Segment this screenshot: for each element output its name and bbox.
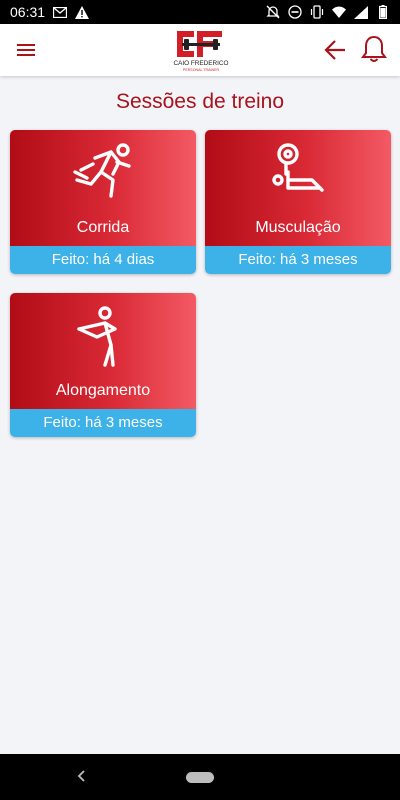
app-bar: CAIO FREDERICO PERSONAL TRAINER bbox=[0, 24, 400, 76]
logo-tagline: PERSONAL TRAINER bbox=[183, 68, 220, 72]
status-bar: 06:31 bbox=[0, 0, 400, 24]
notifications-button[interactable] bbox=[360, 34, 388, 64]
logo-name: CAIO FREDERICO bbox=[173, 60, 228, 67]
session-last-done: Feito: há 4 dias bbox=[10, 246, 196, 274]
status-time: 06:31 bbox=[10, 4, 46, 20]
battery-icon bbox=[376, 5, 390, 19]
gmail-icon bbox=[53, 5, 68, 19]
do-not-disturb-icon bbox=[288, 5, 302, 19]
session-card-alongamento[interactable]: Alongamento Feito: há 3 meses bbox=[10, 293, 196, 437]
session-label: Alongamento bbox=[55, 382, 151, 399]
weightlifting-icon bbox=[272, 143, 324, 192]
signal-icon bbox=[354, 5, 368, 19]
session-last-done: Feito: há 3 meses bbox=[10, 409, 196, 437]
session-card-corrida[interactable]: Corrida Feito: há 4 dias bbox=[10, 130, 196, 274]
warning-icon bbox=[75, 5, 90, 19]
back-button[interactable] bbox=[322, 36, 350, 64]
system-back-button[interactable] bbox=[74, 768, 90, 784]
wifi-icon bbox=[332, 5, 346, 19]
arrow-left-icon bbox=[324, 40, 345, 60]
vibrate-icon bbox=[310, 5, 324, 19]
stretching-icon bbox=[77, 306, 117, 367]
chevron-left-icon bbox=[77, 770, 85, 782]
bell-icon bbox=[361, 35, 387, 62]
page-title: Sessões de treino bbox=[115, 90, 285, 113]
notifications-off-icon bbox=[266, 5, 280, 19]
running-icon bbox=[73, 143, 131, 198]
session-label: Musculação bbox=[255, 219, 341, 236]
brand-logo: CAIO FREDERICO PERSONAL TRAINER bbox=[172, 27, 230, 73]
hamburger-menu-icon bbox=[17, 44, 35, 56]
menu-button[interactable] bbox=[14, 38, 38, 62]
session-card-musculacao[interactable]: Musculação Feito: há 3 meses bbox=[205, 130, 391, 274]
session-last-done: Feito: há 3 meses bbox=[205, 246, 391, 274]
session-label: Corrida bbox=[76, 219, 130, 236]
system-nav-bar bbox=[0, 754, 400, 800]
system-home-pill[interactable] bbox=[186, 772, 214, 783]
